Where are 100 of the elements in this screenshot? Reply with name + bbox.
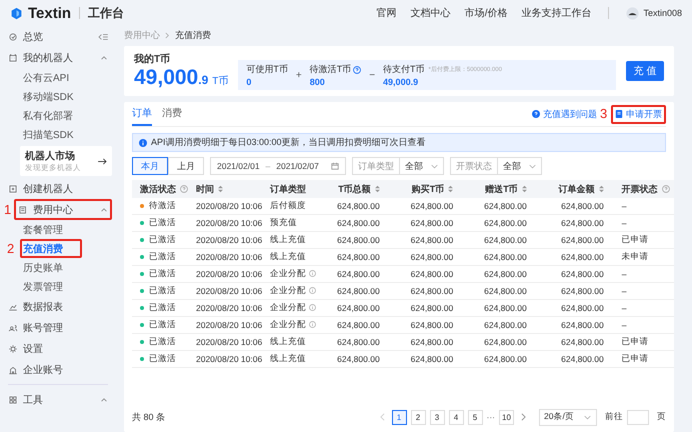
table-cell: 624,800.00 [320, 300, 394, 316]
table-cell: 线上充值 [266, 334, 320, 350]
table-cell: 624,800.00 [540, 214, 618, 232]
table-cell: 624,800.00 [320, 248, 394, 266]
filter-select[interactable]: 订单类型 全部 [352, 157, 444, 175]
table-cell: – [618, 316, 674, 334]
page-button[interactable]: 1 [392, 410, 406, 424]
page-button[interactable]: 2 [410, 410, 426, 424]
table-cell: 2020/08/20 10:06 [192, 232, 266, 248]
menu-item-icon [8, 394, 18, 404]
page-button[interactable]: 5 [468, 410, 482, 424]
page-size-select[interactable]: 20条/页 [539, 408, 597, 426]
table-cell: 624,800.00 [394, 316, 468, 334]
help-icon[interactable] [353, 66, 362, 74]
info-icon[interactable] [309, 321, 316, 328]
table-cell: 624,800.00 [467, 300, 541, 316]
table-cell: 待激活 [132, 198, 192, 214]
page-input[interactable] [627, 410, 649, 424]
sidebar-subitem[interactable]: 发票管理 [4, 277, 112, 296]
sidebar-item[interactable]: 创建机器人 [4, 178, 112, 199]
chevron-down-icon [528, 164, 536, 168]
calendar-icon [330, 162, 339, 170]
stat-value: 49,000.9 [383, 77, 420, 87]
sidebar-item[interactable]: 设置 [4, 338, 112, 359]
table-cell: 624,800.00 [320, 316, 394, 334]
table-cell: 企业分配 [266, 282, 320, 300]
table-cell: 已激活 [132, 334, 192, 350]
previous-page-icon[interactable] [380, 413, 384, 421]
sidebar-subitem[interactable]: 套餐管理 [4, 220, 112, 239]
column-header[interactable]: T币总额 [320, 180, 394, 198]
period-button[interactable]: 上月 [168, 157, 204, 175]
alert-text: API调用消费明细于每日03:00:00更新，当日调用扣费明细可次日查看 [151, 136, 426, 149]
logo-icon [10, 6, 23, 20]
annotation-number: 1 [4, 203, 12, 216]
collapse-menu-icon[interactable] [98, 32, 108, 40]
next-page-icon[interactable] [521, 413, 526, 421]
avatar-icon[interactable] [626, 6, 640, 20]
nav-link[interactable]: 市场/价格 [464, 6, 508, 20]
sidebar-subitem[interactable]: 扫描笔SDK [4, 125, 112, 144]
user-name[interactable]: Textin008 [643, 8, 682, 18]
table-cell: 已激活 [132, 248, 192, 266]
recharge-button[interactable]: 充 值 [626, 61, 664, 81]
page-button[interactable]: 10 [499, 410, 514, 424]
sidebar-subitem[interactable]: 私有化部署 [4, 106, 112, 125]
action-link[interactable]: 申请开票 [611, 104, 666, 124]
arrow-icon [98, 158, 107, 164]
nav-link[interactable]: 业务支持工作台 [521, 6, 592, 20]
tab[interactable]: 消费 [162, 102, 182, 126]
table-cell: 2020/08/20 10:06 [192, 198, 266, 214]
date-range-field[interactable]: 2021/02/01 – 2021/02/07 [210, 157, 346, 175]
sidebar-item[interactable]: 企业账号 [4, 359, 112, 380]
table-cell: 624,800.00 [320, 266, 394, 282]
menu-item-icon [8, 32, 18, 42]
table-cell: 624,800.00 [467, 316, 541, 334]
sidebar-item[interactable]: 账号管理 [4, 317, 112, 338]
filter-select[interactable]: 开票状态 全部 [450, 157, 542, 175]
column-header[interactable]: 订单类型 [266, 180, 320, 198]
column-header[interactable]: 时间 [192, 180, 266, 198]
sidebar-item[interactable]: 费用中心 [14, 199, 112, 220]
ellipsis[interactable]: ··· [486, 412, 495, 422]
page-button[interactable]: 3 [430, 410, 444, 424]
sidebar-subitem[interactable]: 移动端SDK [4, 87, 112, 106]
table-cell: 624,800.00 [394, 334, 468, 350]
info-icon[interactable] [309, 304, 316, 312]
table-cell: 624,800.00 [394, 282, 468, 300]
action-link[interactable]: 充值遇到问题 [528, 104, 601, 124]
sidebar-subitem[interactable]: 充值消费 [20, 239, 82, 258]
promo-title: 机器人市场 [25, 149, 76, 163]
info-icon[interactable] [309, 270, 316, 278]
column-header[interactable]: 购买T币 [394, 180, 468, 198]
sidebar-item[interactable]: 我的机器人 [4, 47, 112, 68]
table-cell: 已激活 [132, 214, 192, 232]
column-header[interactable]: 订单金额 [540, 180, 618, 198]
nav-link[interactable]: 官网 [376, 6, 397, 20]
operator-sign: + [296, 70, 302, 80]
sidebar-subitem[interactable]: 公有云API [4, 68, 112, 87]
table-cell: 624,800.00 [467, 232, 541, 248]
logo-text[interactable]: Textin [28, 4, 72, 22]
column-header[interactable]: 激活状态 [132, 180, 192, 198]
table-cell: – [618, 300, 674, 316]
table-cell: 2020/08/20 10:06 [192, 214, 266, 232]
info-icon [139, 138, 147, 146]
table-cell: 624,800.00 [394, 248, 468, 266]
menu-item-icon [8, 52, 18, 62]
column-header[interactable]: 赠送T币 [467, 180, 541, 198]
help-icon [180, 185, 188, 193]
table-cell: – [618, 214, 674, 232]
page-button[interactable]: 4 [448, 410, 464, 424]
column-header[interactable]: 开票状态 [618, 180, 674, 198]
table-cell: 624,800.00 [540, 248, 618, 266]
menu-item-icon [8, 184, 18, 194]
info-icon[interactable] [309, 287, 316, 294]
sidebar-item[interactable]: 工具 [4, 389, 112, 410]
sidebar-subitem[interactable]: 历史账单 [4, 258, 112, 277]
table-cell: 2020/08/20 10:06 [192, 316, 266, 334]
sidebar-item[interactable]: 总览 [4, 26, 112, 47]
tab[interactable]: 订单 [132, 102, 152, 126]
period-button[interactable]: 本月 [132, 157, 168, 175]
nav-link[interactable]: 文档中心 [410, 6, 451, 20]
sidebar-item[interactable]: 数据报表 [4, 296, 112, 317]
